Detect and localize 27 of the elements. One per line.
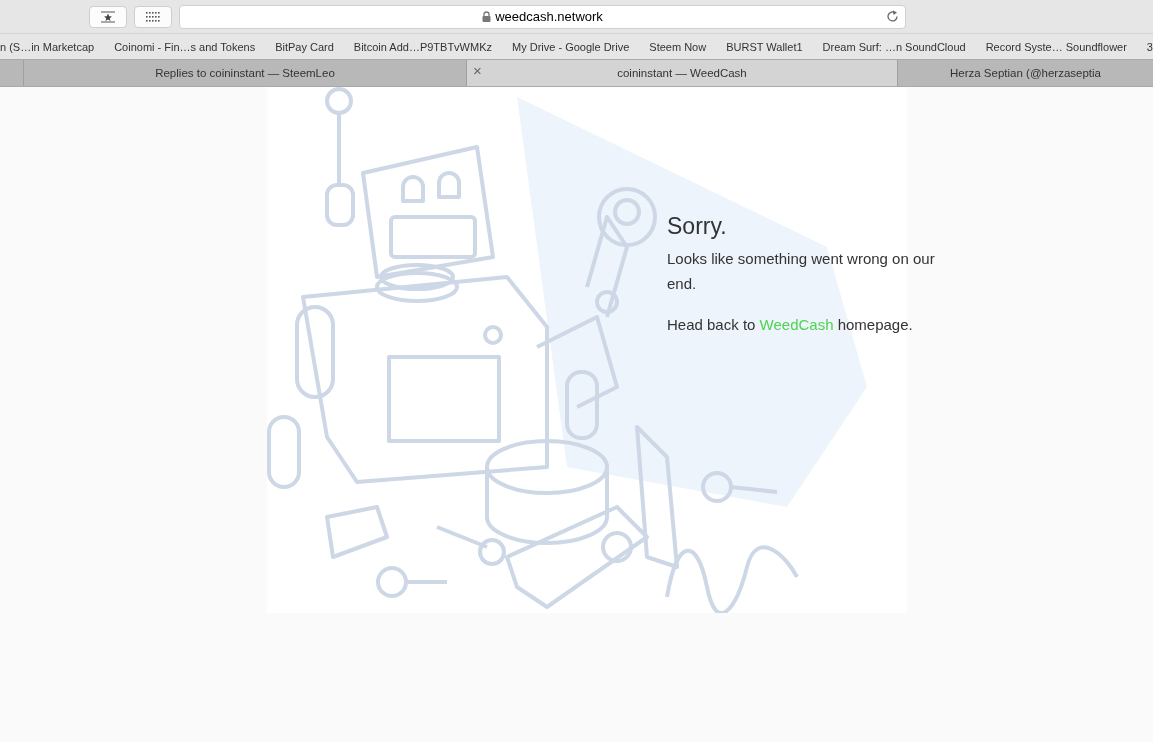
bookmark-link[interactable]: BitPay Card bbox=[275, 40, 334, 53]
star-icon bbox=[100, 10, 116, 23]
reload-icon[interactable] bbox=[886, 9, 899, 23]
bookmark-link[interactable]: My Drive - Google Drive bbox=[512, 40, 630, 53]
bookmark-link[interactable]: 3 bbox=[1146, 40, 1153, 53]
browser-tab[interactable]: × coininstant — WeedCash bbox=[467, 60, 898, 86]
bookmark-link[interactable]: Steem Now bbox=[649, 40, 707, 53]
bookmark-link[interactable]: Dream Surf: …n SoundCloud bbox=[822, 40, 966, 53]
browser-tab[interactable]: Herza Septian (@herzaseptia bbox=[898, 60, 1153, 86]
homepage-prompt: Head back to WeedCash homepage. bbox=[667, 315, 914, 335]
error-message: Looks like something went wrong on our end. bbox=[667, 249, 936, 294]
lock-icon bbox=[482, 11, 492, 22]
address-text: weedcash.network bbox=[495, 9, 603, 24]
bookmark-link[interactable]: Bitcoin Add…P9TBTvWMKz bbox=[353, 40, 492, 53]
bookmark-link[interactable]: Coinomi - Fin…s and Tokens bbox=[114, 40, 256, 53]
bookmark-link[interactable]: n (S…in Marketcap bbox=[0, 40, 95, 53]
close-tab-icon[interactable]: × bbox=[473, 63, 482, 78]
tab-title: Replies to coininstant — SteemLeo bbox=[155, 67, 335, 79]
grid-icon bbox=[146, 11, 160, 22]
tab-title: Herza Septian (@herzaseptia bbox=[950, 67, 1101, 79]
top-sites-button[interactable] bbox=[134, 5, 172, 28]
tab-title: coininstant — WeedCash bbox=[617, 67, 747, 79]
bookmark-link[interactable]: BURST Wallet1 bbox=[726, 40, 803, 53]
bookmarks-button[interactable] bbox=[89, 5, 127, 28]
address-field[interactable]: weedcash.network bbox=[179, 4, 906, 29]
bookmark-link[interactable]: Record Syste… Soundflower bbox=[985, 40, 1127, 53]
error-heading: Sorry. bbox=[667, 213, 728, 240]
